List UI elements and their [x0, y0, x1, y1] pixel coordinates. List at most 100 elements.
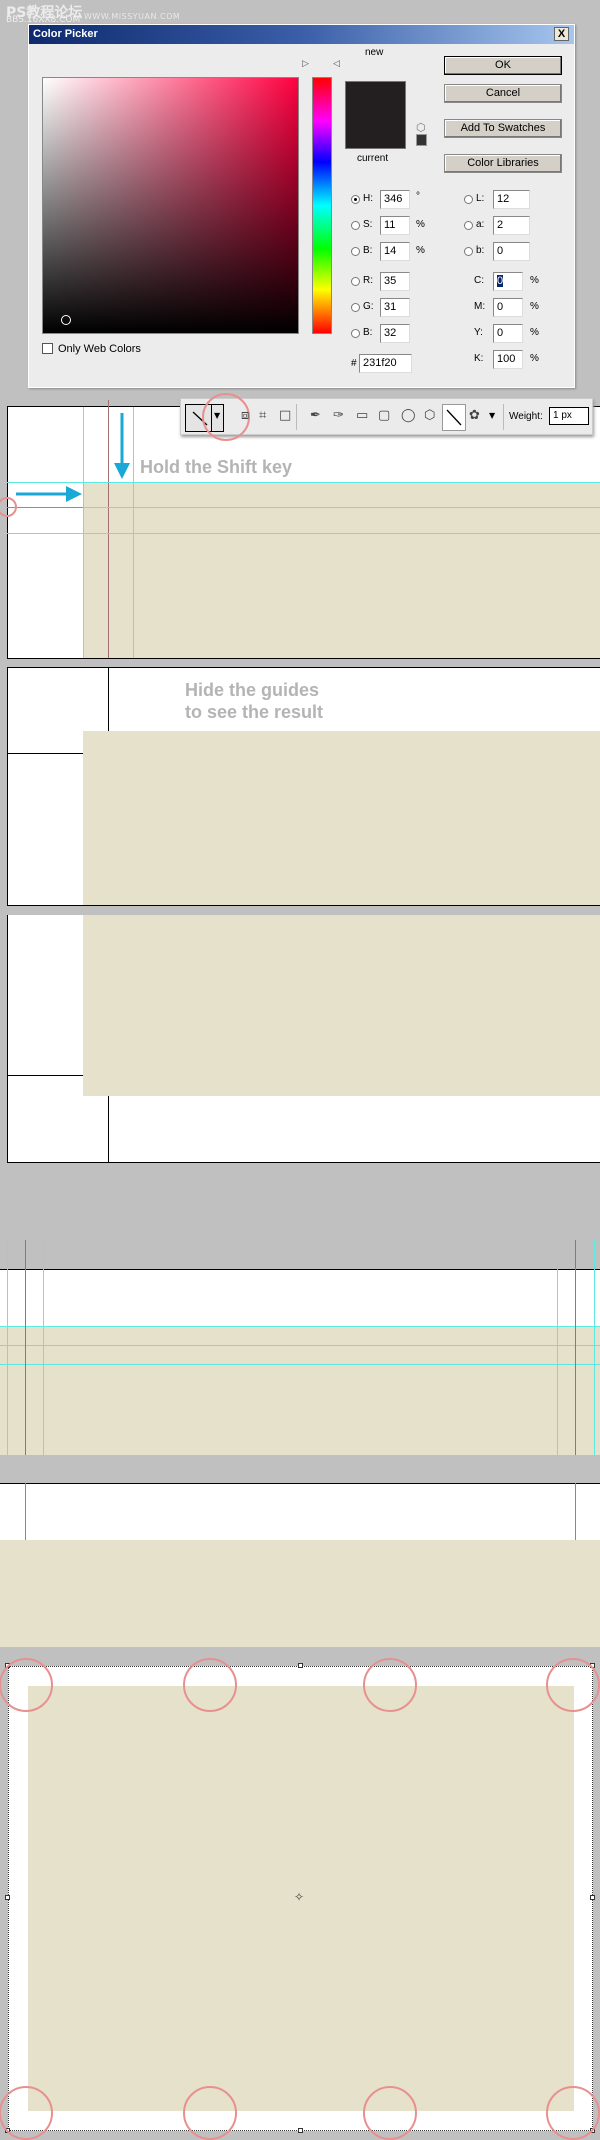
transform-handle[interactable] [298, 2128, 303, 2133]
arrow-down-icon [114, 413, 130, 479]
hue-row: H: 346 ° [351, 190, 431, 209]
hue-input[interactable]: 346 [380, 190, 410, 209]
color-libraries-button[interactable]: Color Libraries [444, 154, 562, 173]
black-row: K: 100 % [474, 350, 554, 369]
line-tool-icon [446, 409, 462, 426]
guide-vertical[interactable] [557, 1240, 558, 1455]
hue-slider[interactable] [312, 77, 332, 334]
red-radio[interactable] [351, 277, 360, 286]
guide-horizontal[interactable] [7, 533, 600, 534]
guide-vertical[interactable] [594, 1240, 595, 1455]
lab-b-label: b: [476, 245, 485, 256]
brightness-radio[interactable] [351, 247, 360, 256]
black-unit: % [530, 353, 539, 364]
arrows [16, 413, 130, 502]
hue-slider-right-arrow-icon[interactable]: ◁ [333, 59, 340, 69]
cyan-row: C: 0 % [474, 272, 554, 291]
blue-radio[interactable] [351, 329, 360, 338]
close-button[interactable]: X [554, 27, 569, 41]
separator [296, 404, 297, 430]
custom-shape-icon[interactable]: ✿ [469, 408, 480, 423]
add-to-swatches-button[interactable]: Add To Swatches [444, 119, 562, 138]
brightness-input[interactable]: 14 [380, 242, 410, 261]
green-radio[interactable] [351, 303, 360, 312]
guide-horizontal[interactable] [0, 1345, 600, 1346]
hint-hide-guides-line1: Hide the guides [185, 680, 320, 700]
current-color-swatch[interactable] [345, 115, 406, 149]
polygon-tool-icon[interactable]: ⬡ [424, 408, 435, 423]
highlight-circle [546, 2086, 600, 2140]
magenta-input[interactable]: 0 [493, 298, 523, 317]
highlight-circle [0, 1658, 53, 1712]
out-of-gamut-cube-icon[interactable]: ⬡ [416, 121, 426, 134]
lab-a-radio[interactable] [464, 221, 473, 230]
reference-point-crosshair-icon[interactable]: ✧ [294, 1890, 304, 1904]
hex-input[interactable]: 231f20 [359, 354, 412, 373]
beige-rectangle [83, 915, 600, 1096]
rounded-rectangle-icon[interactable]: ▢ [378, 408, 390, 423]
lab-l-radio[interactable] [464, 195, 473, 204]
yellow-row: Y: 0 % [474, 324, 554, 343]
rectangle-tool-icon[interactable]: ▭ [356, 408, 368, 423]
watermark-site: WWW.MISSYUAN.COM [84, 12, 181, 21]
blue-input[interactable]: 32 [380, 324, 410, 343]
guide-horizontal[interactable] [83, 507, 600, 508]
cancel-button[interactable]: Cancel [444, 84, 562, 103]
black-input[interactable]: 100 [493, 350, 523, 369]
lab-b-radio[interactable] [464, 247, 473, 256]
highlight-circle [183, 1658, 237, 1712]
paths-icon[interactable]: ⌗ [259, 408, 266, 423]
drawn-vertical-line [25, 1240, 26, 1455]
pen-tool-icon[interactable]: ✒ [310, 408, 321, 423]
cyan-value-selected: 0 [497, 275, 504, 287]
brightness-label: B: [363, 245, 373, 256]
magenta-row: M: 0 % [474, 298, 554, 317]
color-selector-ring[interactable] [61, 315, 71, 325]
yellow-label: Y: [474, 327, 483, 338]
cyan-unit: % [530, 275, 539, 286]
hue-radio[interactable] [351, 195, 360, 204]
only-web-colors-checkbox[interactable] [42, 343, 53, 354]
hex-label: # [351, 358, 357, 369]
freeform-pen-icon[interactable]: ✑ [333, 408, 344, 423]
guide-vertical[interactable] [7, 1240, 8, 1455]
highlight-circle [183, 2086, 237, 2140]
color-field[interactable] [42, 77, 299, 334]
magenta-label: M: [474, 301, 486, 312]
transform-handle[interactable] [5, 1895, 10, 1900]
chevron-down-icon[interactable]: ▼ [489, 411, 495, 420]
lab-l-input[interactable]: 12 [493, 190, 530, 209]
highlight-circle [0, 2086, 53, 2140]
shape-layers-icon[interactable]: ⧈ [241, 408, 249, 423]
highlight-circle [363, 2086, 417, 2140]
guide-horizontal[interactable] [0, 1364, 600, 1365]
lab-b-input[interactable]: 0 [493, 242, 530, 261]
color-picker-dialog: Color Picker X ▷ ◁ new current ⬡ OK Canc… [28, 24, 575, 388]
ellipse-tool-icon[interactable]: ◯ [401, 408, 416, 423]
green-input[interactable]: 31 [380, 298, 410, 317]
web-safe-color-swatch[interactable] [416, 134, 427, 146]
guide-horizontal[interactable] [0, 1326, 600, 1327]
new-color-swatch [345, 81, 406, 115]
weight-input[interactable]: 1 px [549, 407, 589, 425]
ok-button[interactable]: OK [444, 56, 562, 75]
transform-handle[interactable] [298, 1663, 303, 1668]
highlight-circle [546, 1658, 600, 1712]
drawn-horizontal-line [7, 753, 83, 754]
saturation-radio[interactable] [351, 221, 360, 230]
fill-pixels-icon[interactable]: □ [279, 408, 291, 423]
saturation-input[interactable]: 11 [380, 216, 410, 235]
lab-a-label: a: [476, 219, 485, 230]
guide-vertical[interactable] [43, 1240, 44, 1455]
hue-slider-left-arrow-icon[interactable]: ▷ [302, 59, 309, 69]
yellow-unit: % [530, 327, 539, 338]
line-tool-button-active[interactable] [442, 404, 466, 431]
cyan-input[interactable]: 0 [493, 272, 523, 291]
transform-handle[interactable] [590, 1895, 595, 1900]
lab-l-row: L: 12 [464, 190, 534, 209]
red-input[interactable]: 35 [380, 272, 410, 291]
yellow-input[interactable]: 0 [493, 324, 523, 343]
lab-a-input[interactable]: 2 [493, 216, 530, 235]
weight-label: Weight: [509, 411, 543, 422]
beige-rectangle [83, 482, 600, 658]
